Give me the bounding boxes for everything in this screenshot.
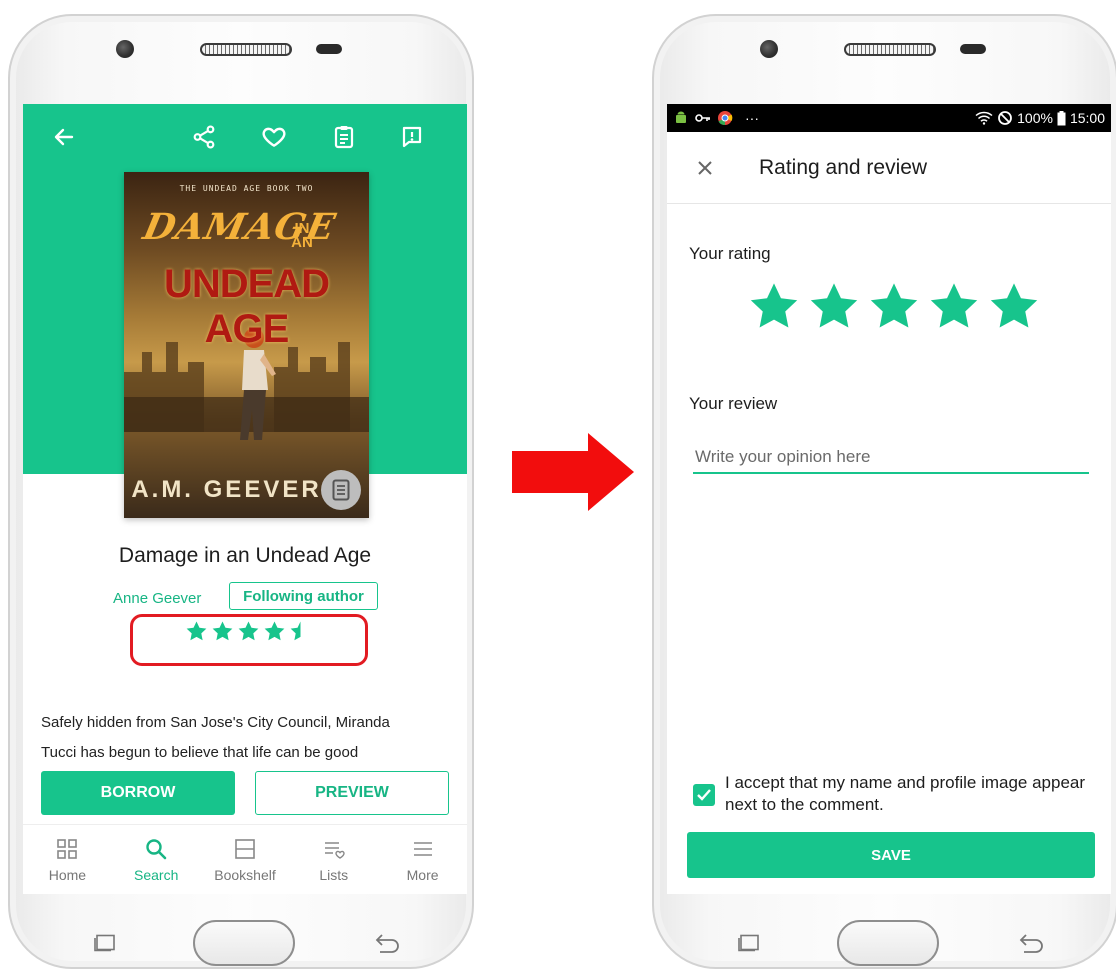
dialog-title: Rating and review (759, 156, 928, 179)
rating-star-icon[interactable] (987, 280, 1041, 334)
report-icon[interactable] (397, 122, 427, 152)
document-icon (332, 479, 350, 501)
transition-arrow-icon (512, 433, 634, 511)
book-synopsis: Safely hidden from San Jose's City Counc… (41, 708, 451, 768)
tab-bookshelf[interactable]: Bookshelf (201, 825, 290, 894)
save-button[interactable]: SAVE (687, 832, 1095, 878)
cover-title-line3: UNDEAD AGE (163, 262, 330, 351)
recent-apps-icon[interactable] (94, 934, 116, 952)
status-right-group: 100% 15:00 (975, 104, 1105, 132)
synopsis-line: Tucci has begun to believe that life can… (41, 744, 359, 761)
battery-icon (1057, 110, 1066, 125)
book-cover[interactable]: THE UNDEAD AGE BOOK TWO DAMAGE IN AN UND… (124, 172, 369, 518)
tab-label: Search (134, 867, 179, 883)
preview-button[interactable]: PREVIEW (255, 771, 449, 815)
front-camera (116, 40, 134, 58)
menu-icon (413, 842, 432, 856)
earpiece-speaker (200, 43, 292, 56)
hardware-nav-bar (654, 894, 1116, 973)
recent-apps-icon[interactable] (738, 934, 760, 952)
rating-review-screen: ··· 100% 15:00 Rating and review Your ra… (667, 104, 1111, 894)
following-author-button[interactable]: Following author (229, 582, 378, 610)
tab-search[interactable]: Search (112, 825, 201, 894)
dialog-header: Rating and review (667, 132, 1111, 204)
heart-icon[interactable] (259, 122, 289, 152)
tab-home[interactable]: Home (23, 825, 112, 894)
rating-star-icon[interactable] (747, 280, 801, 334)
rating-star-icon[interactable] (807, 280, 861, 334)
cover-series-text: THE UNDEAD AGE BOOK TWO (179, 184, 314, 193)
do-not-disturb-icon (998, 111, 1013, 125)
bookshelf-icon (235, 839, 255, 859)
borrow-button[interactable]: BORROW (41, 771, 235, 815)
consent-checkbox[interactable] (693, 784, 715, 806)
phone-right: ··· 100% 15:00 Rating and review Your ra… (652, 14, 1116, 969)
proximity-sensor (316, 44, 342, 54)
hardware-nav-bar (10, 894, 472, 973)
earpiece-speaker (844, 43, 936, 56)
your-rating-label: Your rating (689, 244, 771, 263)
back-hardware-icon[interactable] (1016, 932, 1046, 954)
author-link[interactable]: Anne Geever (113, 590, 201, 607)
rating-highlight-box (130, 614, 368, 666)
android-icon (676, 111, 686, 123)
rating-star-icon[interactable] (927, 280, 981, 334)
home-hardware-button[interactable] (193, 920, 295, 966)
cover-title-line2: IN AN (291, 220, 313, 251)
close-icon[interactable] (691, 154, 719, 182)
tab-more[interactable]: More (378, 825, 467, 894)
list-heart-icon (324, 842, 345, 859)
rating-star-selector (747, 280, 1041, 334)
back-hardware-icon[interactable] (372, 932, 402, 954)
bottom-tab-bar: Home Search Bookshelf Lists More (23, 824, 467, 894)
search-icon (146, 839, 167, 860)
share-icon[interactable] (189, 122, 219, 152)
clipboard-icon[interactable] (329, 122, 359, 152)
arrow-left-icon[interactable] (49, 122, 79, 152)
phone-left: THE UNDEAD AGE BOOK TWO DAMAGE IN AN UND… (8, 14, 474, 969)
battery-percent: 100% (1017, 110, 1053, 126)
tab-label: Bookshelf (214, 867, 276, 883)
your-review-label: Your review (689, 394, 778, 413)
tab-label: Lists (319, 867, 349, 883)
ebook-format-badge (321, 470, 361, 510)
consent-text: I accept that my name and profile image … (725, 773, 1086, 814)
tab-lists[interactable]: Lists (289, 825, 378, 894)
status-bar: ··· 100% 15:00 (667, 104, 1111, 132)
grid-icon (57, 839, 78, 859)
review-input[interactable] (693, 442, 1089, 474)
proximity-sensor (960, 44, 986, 54)
checkmark-icon (697, 789, 711, 801)
tab-label: More (406, 867, 439, 883)
tab-label: Home (48, 867, 87, 883)
status-more-dots: ··· (745, 110, 759, 126)
synopsis-line: Safely hidden from San Jose's City Counc… (41, 714, 390, 731)
book-detail-screen: THE UNDEAD AGE BOOK TWO DAMAGE IN AN UND… (23, 104, 467, 894)
rating-star-icon[interactable] (867, 280, 921, 334)
status-time: 15:00 (1069, 110, 1105, 126)
chrome-icon (718, 111, 733, 126)
book-title: Damage in an Undead Age (118, 544, 372, 567)
wifi-icon (975, 111, 993, 125)
front-camera (760, 40, 778, 58)
home-hardware-button[interactable] (837, 920, 939, 966)
key-icon (695, 114, 710, 122)
